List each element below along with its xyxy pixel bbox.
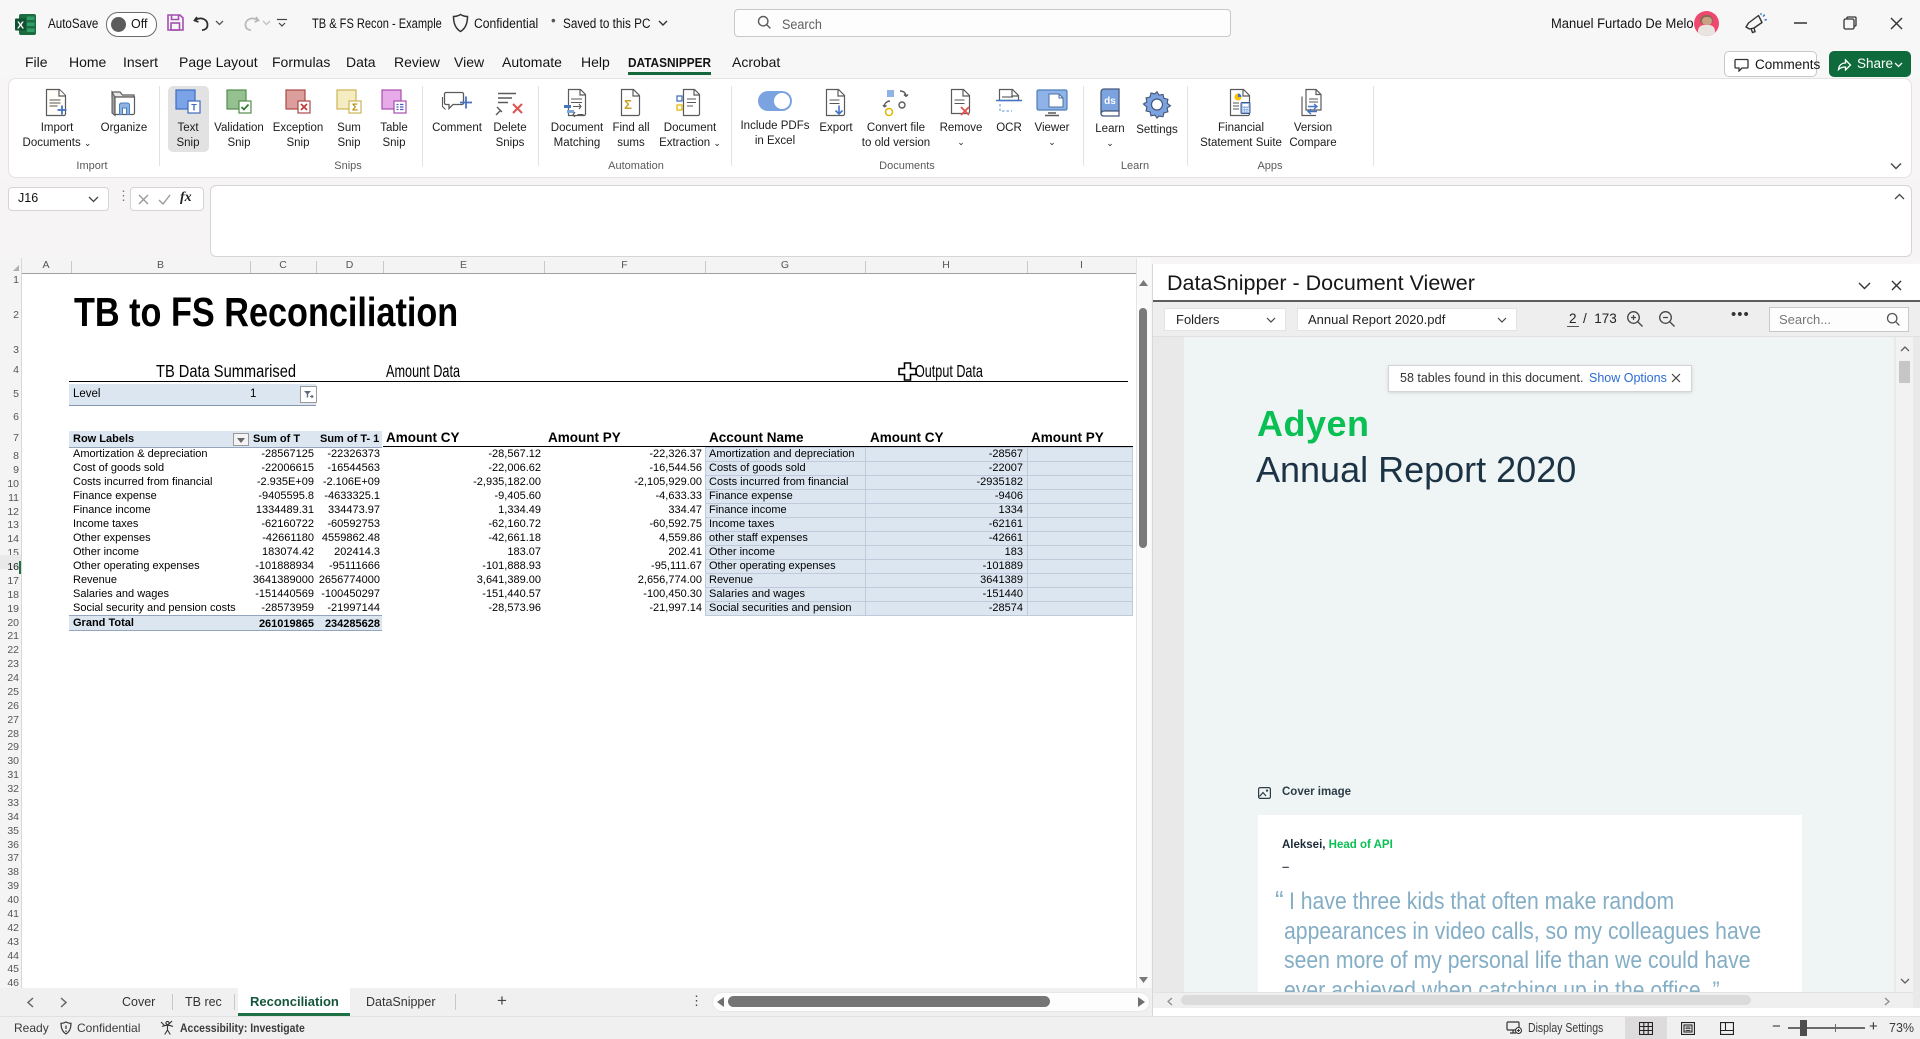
svg-text:ds: ds xyxy=(1104,96,1116,107)
svg-text:T: T xyxy=(191,103,197,113)
svg-text:X: X xyxy=(17,20,24,32)
svg-text:Σ: Σ xyxy=(624,97,632,112)
svg-text:Σ: Σ xyxy=(352,103,358,114)
